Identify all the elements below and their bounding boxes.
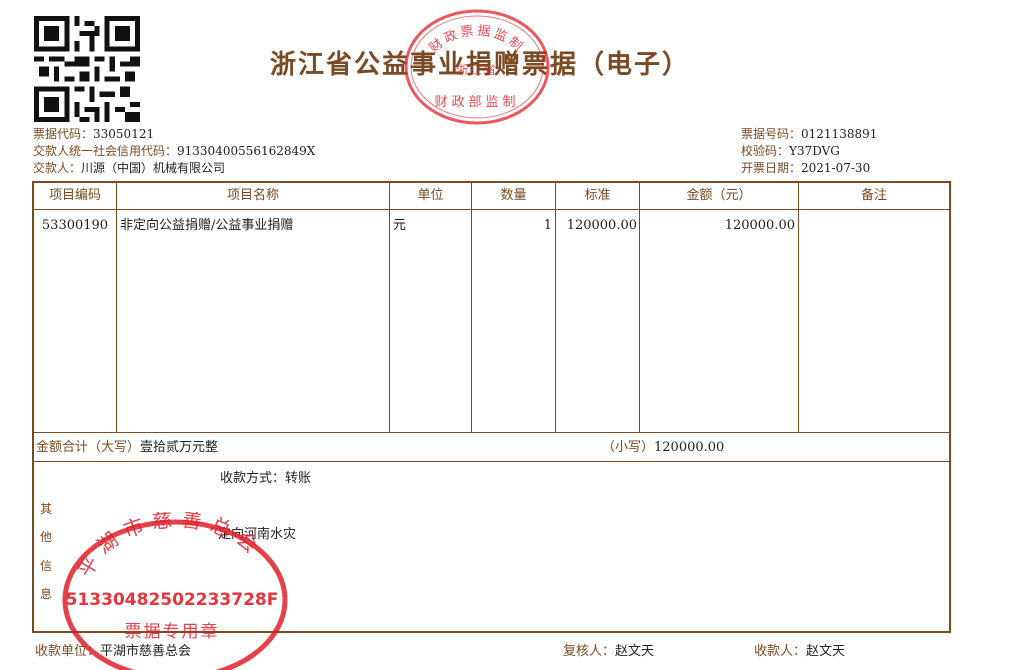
payer-line: 交款人：川源（中国）机械有限公司 bbox=[33, 161, 225, 176]
issue-date-label: 开票日期： bbox=[741, 161, 802, 175]
total-line: 金额合计（大写）壹拾贰万元整 bbox=[36, 440, 218, 456]
collector-label: 收款人： bbox=[754, 644, 807, 659]
payer-value: 川源（中国）机械有限公司 bbox=[81, 161, 226, 175]
row-standard: 120000.00 bbox=[566, 218, 637, 233]
invoice-number-value: 0121138891 bbox=[801, 127, 878, 141]
col-header-code: 项目编码 bbox=[48, 188, 101, 203]
row-name: 非定向公益捐赠/公益事业捐赠 bbox=[120, 218, 294, 233]
col-divider bbox=[798, 183, 799, 432]
payer-label: 交款人： bbox=[33, 161, 82, 175]
col-divider bbox=[389, 183, 390, 432]
qr-code bbox=[34, 16, 140, 122]
row-qty: 1 bbox=[543, 218, 552, 233]
total-lower-value: 120000.00 bbox=[654, 440, 725, 455]
charity-stamp-number: 51330482502233728F bbox=[66, 590, 279, 610]
finance-stamp-bottom-text: 财政部监制 bbox=[434, 95, 519, 110]
reviewer-line: 复核人：赵文天 bbox=[563, 644, 654, 659]
reviewer-label: 复核人： bbox=[563, 644, 616, 659]
row-unit: 元 bbox=[393, 218, 407, 233]
col-header-name: 项目名称 bbox=[226, 188, 279, 203]
reviewer-value: 赵文天 bbox=[615, 644, 655, 659]
charity-stamp-top-text: 平湖市慈善总会 bbox=[73, 512, 261, 581]
invoice-code-label: 票据代码： bbox=[33, 127, 94, 141]
col-header-amount: 金额（元） bbox=[686, 188, 752, 203]
col-header-note: 备注 bbox=[860, 188, 887, 203]
svg-text:财政票据监制: 财政票据监制 bbox=[427, 24, 528, 57]
payer-credit-code-label: 交款人统一社会信用代码： bbox=[33, 144, 178, 158]
issue-date-value: 2021-07-30 bbox=[801, 161, 871, 175]
collector-line: 收款人：赵文天 bbox=[754, 644, 845, 659]
other-info-label-3: 信 bbox=[40, 559, 53, 573]
check-code-line: 校验码：Y37DVG bbox=[741, 144, 840, 159]
row-code: 53300190 bbox=[41, 218, 109, 233]
col-header-qty: 数量 bbox=[500, 188, 527, 203]
payer-credit-code-value: 91330400556162849X bbox=[177, 144, 316, 158]
payment-method: 收款方式：转账 bbox=[220, 471, 312, 486]
row-amount: 120000.00 bbox=[724, 218, 795, 233]
other-info-label-2: 他 bbox=[40, 530, 53, 544]
finance-stamp-mid-text: 浙江省 bbox=[456, 63, 498, 77]
check-code-label: 校验码： bbox=[741, 144, 790, 158]
charity-receipt-stamp: 平湖市慈善总会 51330482502233728F 票据专用章 bbox=[62, 512, 288, 670]
check-code-value: Y37DVG bbox=[789, 144, 840, 158]
total-lower-line: （小写）120000.00 bbox=[602, 440, 724, 456]
col-header-standard: 标准 bbox=[584, 188, 611, 203]
payer-credit-code-line: 交款人统一社会信用代码：91330400556162849X bbox=[33, 144, 315, 159]
charity-stamp-bottom-text: 票据专用章 bbox=[125, 622, 220, 642]
other-info-label-4: 息 bbox=[40, 587, 53, 601]
items-bottom-divider bbox=[34, 432, 949, 433]
invoice-code-value: 33050121 bbox=[93, 127, 155, 141]
total-lower-label: （小写） bbox=[602, 440, 655, 455]
invoice-number-line: 票据号码：0121138891 bbox=[741, 127, 877, 142]
finance-stamp-top-text: 财政票据监制 bbox=[427, 24, 525, 57]
invoice-number-label: 票据号码： bbox=[741, 127, 802, 141]
other-info-label-1: 其 bbox=[40, 502, 53, 516]
issue-date-line: 开票日期：2021-07-30 bbox=[741, 161, 870, 176]
svg-text:平湖市慈善总会: 平湖市慈善总会 bbox=[73, 512, 269, 581]
total-upper-value: 壹拾贰万元整 bbox=[140, 440, 219, 455]
total-upper-label: 金额合计（大写） bbox=[36, 440, 141, 455]
totals-bottom-divider bbox=[34, 461, 949, 462]
collector-value: 赵文天 bbox=[806, 644, 846, 659]
header-divider bbox=[34, 209, 949, 210]
finance-supervision-stamp: 财政票据监制 浙江省 财政部监制 bbox=[404, 9, 550, 125]
col-header-unit: 单位 bbox=[417, 188, 444, 203]
invoice-code-line: 票据代码：33050121 bbox=[33, 127, 154, 142]
col-divider bbox=[116, 183, 117, 432]
